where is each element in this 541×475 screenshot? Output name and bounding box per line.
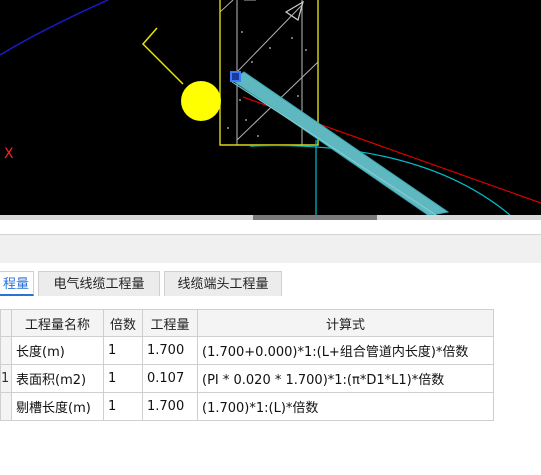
blue-curve [0,0,109,56]
cell-formula[interactable]: (1.700)*1:(L)*倍数 [197,392,494,421]
cell-multiple[interactable]: 1 [103,392,143,421]
table-row[interactable]: 长度(m) 1 1.700 (1.700+0.000)*1:(L+组合管道内长度… [0,336,494,365]
cell-formula[interactable]: (PI * 0.020 * 1.700)*1:(π*D1*L1)*倍数 [197,364,494,393]
column-header-name[interactable]: 工程量名称 [11,309,104,337]
quantity-table: 工程量名称 倍数 工程量 计算式 长度(m) 1 1.700 (1.700+0.… [0,309,494,421]
tab-cable-terminal-quantity[interactable]: 线缆端头工程量 [164,271,282,296]
panel-toolbar-strip [0,234,541,264]
cell-name[interactable]: 长度(m) [11,336,104,365]
row-marker: 1 [0,364,12,393]
tab-electrical-cable-quantity[interactable]: 电气线缆工程量 [38,271,160,296]
yellow-bracket [141,27,184,85]
table-row[interactable]: 1 表面积(m2) 1 0.107 (PI * 0.020 * 1.700)*1… [0,364,494,393]
column-header-quantity[interactable]: 工程量 [142,309,198,337]
hatch-line [219,0,234,13]
tab-engineering-quantity[interactable]: 程量 [0,271,34,296]
row-marker [0,336,12,365]
cell-name[interactable]: 剔槽长度(m) [11,392,104,421]
cell-multiple[interactable]: 1 [103,336,143,365]
cell-formula[interactable]: (1.700+0.000)*1:(L+组合管道内长度)*倍数 [197,336,494,365]
column-header-multiple[interactable]: 倍数 [103,309,143,337]
cell-quantity[interactable]: 1.700 [142,392,198,421]
drawing-canvas[interactable]: X [0,0,541,215]
axis-x-marker: X [4,146,14,162]
cell-name[interactable]: 表面积(m2) [11,364,104,393]
pipe [231,71,450,215]
row-header-corner [0,309,12,337]
table-row[interactable]: 剔槽长度(m) 1 1.700 (1.700)*1:(L)*倍数 [0,392,494,421]
tab-bar: 程量 电气线缆工程量 线缆端头工程量 [0,263,541,305]
horizontal-scrollbar-thumb[interactable] [253,215,377,220]
row-marker [0,392,12,421]
cell-quantity[interactable]: 1.700 [142,336,198,365]
yellow-circle [181,81,221,121]
triangle-marker [284,0,304,21]
horizontal-scrollbar[interactable] [0,215,541,220]
cell-multiple[interactable]: 1 [103,364,143,393]
cad-viewport[interactable]: X [0,0,541,215]
cell-quantity[interactable]: 0.107 [142,364,198,393]
column-header-formula[interactable]: 计算式 [197,309,494,337]
selection-grip [230,71,241,82]
table-header-row: 工程量名称 倍数 工程量 计算式 [0,309,494,337]
